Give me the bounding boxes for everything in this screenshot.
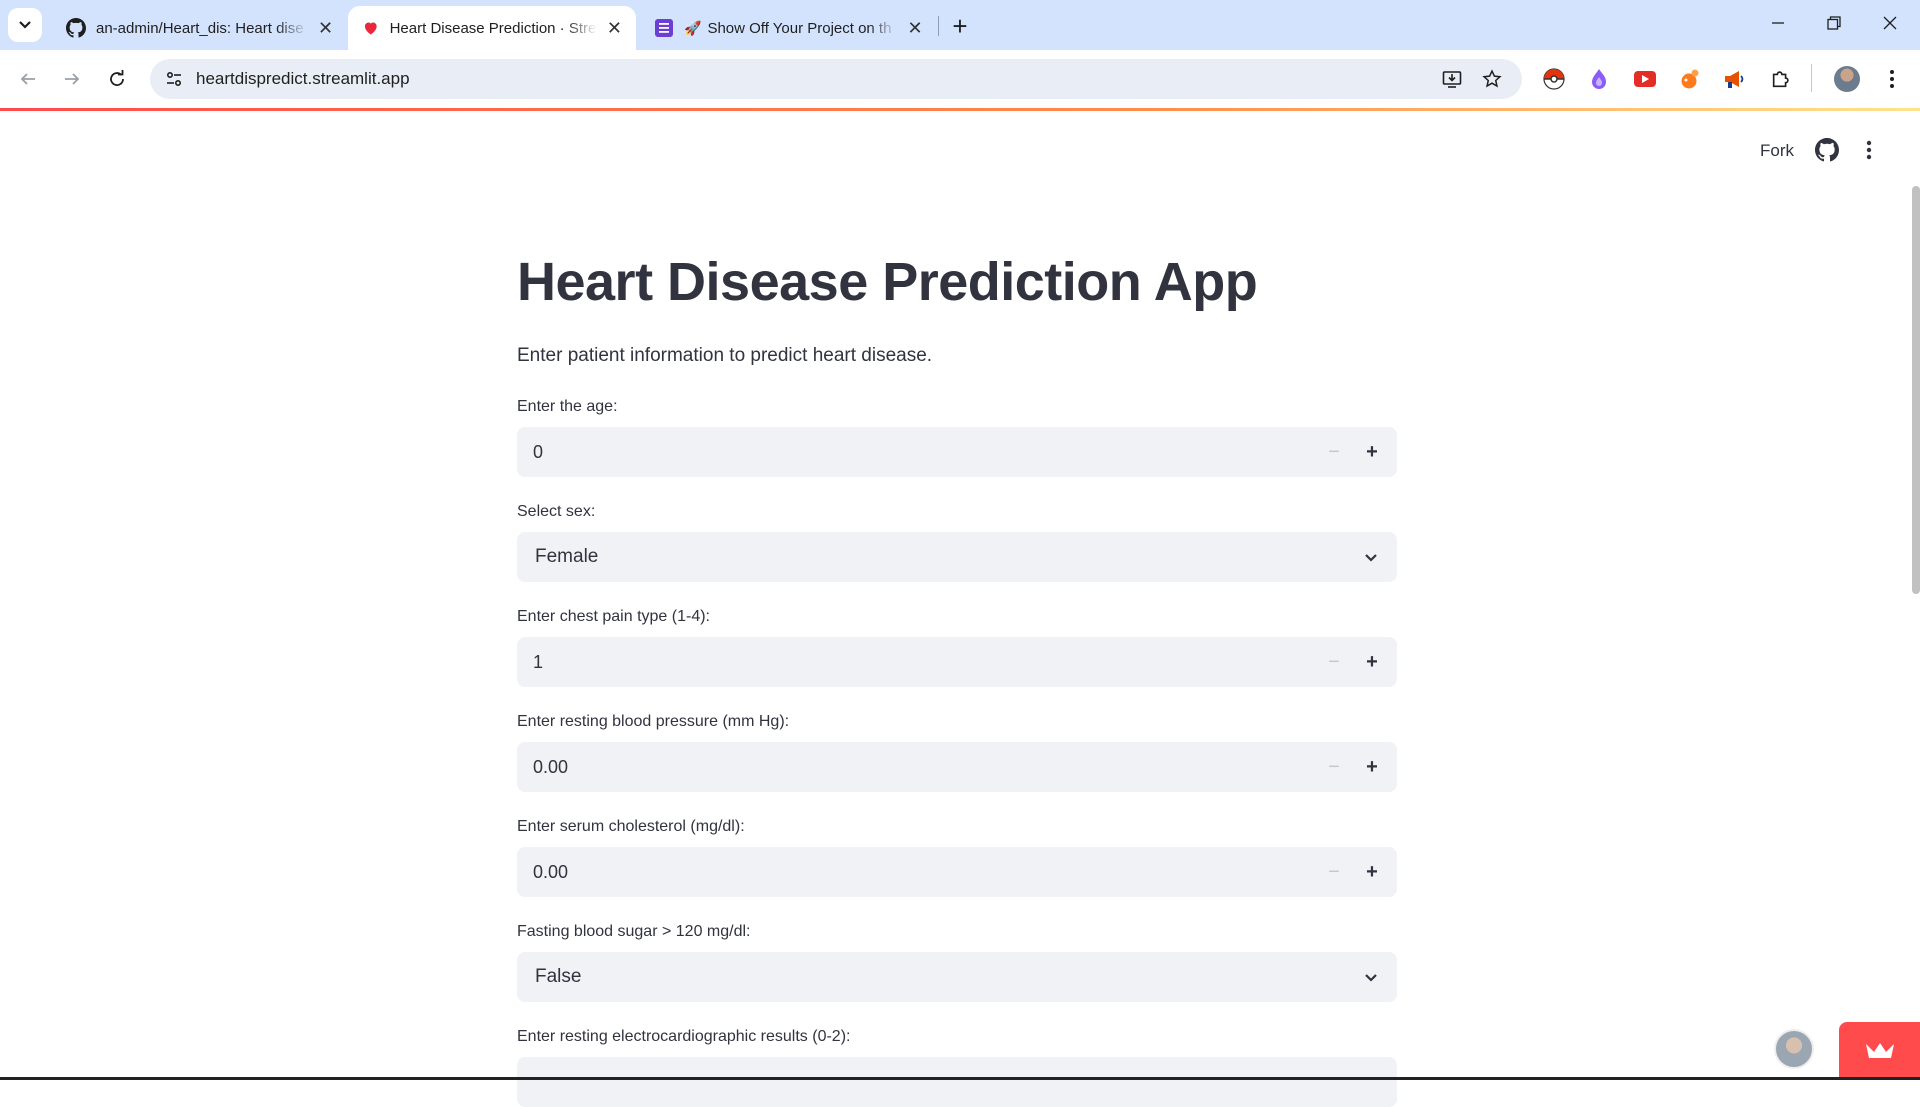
cholesterol-decrement-button[interactable]: − bbox=[1321, 859, 1347, 885]
chest-pain-label: Enter chest pain type (1-4): bbox=[517, 608, 710, 625]
close-window-button[interactable] bbox=[1862, 0, 1918, 46]
arrow-right-icon bbox=[65, 73, 80, 85]
extension-megaphone[interactable] bbox=[1720, 64, 1750, 94]
app-menu-button[interactable] bbox=[1866, 140, 1872, 165]
tab-title: an-admin/Heart_dis: Heart dise bbox=[96, 19, 304, 37]
age-label: Enter the age: bbox=[517, 398, 618, 415]
extensions-button[interactable] bbox=[1766, 64, 1796, 94]
megaphone-icon bbox=[1725, 71, 1744, 88]
fasting-blood-sugar-label: Fasting blood sugar > 120 mg/dl: bbox=[517, 923, 751, 940]
close-icon[interactable]: ✕ bbox=[907, 18, 922, 39]
heart-icon bbox=[364, 22, 377, 35]
github-icon bbox=[1815, 138, 1839, 162]
close-icon[interactable]: ✕ bbox=[607, 18, 622, 39]
reload-button[interactable] bbox=[99, 61, 135, 97]
cholesterol-increment-button[interactable]: + bbox=[1359, 859, 1385, 885]
extension-pokeball[interactable] bbox=[1539, 64, 1569, 94]
streamlit-badge-button[interactable] bbox=[1839, 1022, 1920, 1080]
extension-youtube[interactable] bbox=[1630, 64, 1660, 94]
star-icon bbox=[1482, 69, 1502, 88]
blood-pressure-label: Enter resting blood pressure (mm Hg): bbox=[517, 713, 790, 730]
fasting-blood-sugar-select[interactable]: False bbox=[517, 952, 1397, 1002]
orange-blob-icon bbox=[1681, 69, 1699, 89]
viewer-avatar[interactable] bbox=[1774, 1029, 1814, 1069]
chest-pain-decrement-button[interactable]: − bbox=[1321, 649, 1347, 675]
chevron-down-icon bbox=[1359, 545, 1383, 569]
ecg-input[interactable] bbox=[517, 1057, 1397, 1107]
toolbar-separator bbox=[1811, 64, 1812, 92]
page-subtitle: Enter patient information to predict hea… bbox=[517, 345, 933, 366]
browser-toolbar: heartdispredict.streamlit.app bbox=[0, 50, 1920, 108]
chest-pain-value[interactable]: 1 bbox=[533, 652, 543, 673]
extension-orange[interactable] bbox=[1675, 64, 1705, 94]
bookmark-button[interactable] bbox=[1478, 65, 1506, 93]
puzzle-icon bbox=[1772, 71, 1789, 88]
restore-button[interactable] bbox=[1806, 0, 1862, 46]
new-tab-button[interactable]: + bbox=[944, 10, 976, 42]
age-decrement-button[interactable]: − bbox=[1321, 439, 1347, 465]
site-info-button[interactable] bbox=[160, 65, 188, 93]
sex-select[interactable]: Female bbox=[517, 532, 1397, 582]
age-value[interactable]: 0 bbox=[533, 442, 543, 463]
browser-menu-button[interactable] bbox=[1877, 64, 1907, 94]
github-icon bbox=[66, 18, 86, 38]
tab-github[interactable]: an-admin/Heart_dis: Heart dise ✕ bbox=[52, 6, 347, 50]
crown-icon bbox=[1865, 1043, 1894, 1058]
avatar bbox=[1834, 66, 1860, 92]
arrow-left-icon bbox=[20, 73, 35, 85]
cholesterol-value[interactable]: 0.00 bbox=[533, 862, 568, 883]
chest-pain-input[interactable]: 1 − + bbox=[517, 637, 1397, 687]
youtube-icon bbox=[1634, 71, 1656, 87]
chevron-down-icon bbox=[19, 21, 31, 29]
address-bar[interactable]: heartdispredict.streamlit.app bbox=[150, 59, 1522, 99]
tab-search-button[interactable] bbox=[8, 8, 42, 42]
cholesterol-input[interactable]: 0.00 − + bbox=[517, 847, 1397, 897]
age-increment-button[interactable]: + bbox=[1359, 439, 1385, 465]
plus-icon: + bbox=[952, 10, 968, 41]
pokeball-icon bbox=[1543, 68, 1565, 90]
tab-strip: an-admin/Heart_dis: Heart dise ✕ Heart D… bbox=[0, 0, 1920, 50]
url-text[interactable]: heartdispredict.streamlit.app bbox=[196, 69, 410, 89]
sex-label: Select sex: bbox=[517, 503, 596, 520]
chevron-down-icon bbox=[1359, 965, 1383, 989]
github-button[interactable] bbox=[1815, 138, 1839, 167]
tab-title: Show Off Your Project on th bbox=[707, 19, 892, 37]
close-icon[interactable]: ✕ bbox=[318, 18, 333, 39]
blood-pressure-decrement-button[interactable]: − bbox=[1321, 754, 1347, 780]
blood-pressure-value[interactable]: 0.00 bbox=[533, 757, 568, 778]
kebab-menu-icon bbox=[1890, 70, 1894, 88]
minimize-button[interactable] bbox=[1750, 0, 1806, 46]
restore-icon bbox=[1827, 16, 1841, 30]
cholesterol-label: Enter serum cholesterol (mg/dl): bbox=[517, 818, 745, 835]
sex-selected-value: Female bbox=[535, 546, 599, 567]
profile-button[interactable] bbox=[1832, 64, 1862, 94]
ecg-label: Enter resting electrocardiographic resul… bbox=[517, 1028, 851, 1045]
forum-icon bbox=[655, 19, 673, 37]
tab-separator bbox=[938, 16, 939, 36]
back-button[interactable] bbox=[10, 61, 46, 97]
forward-button[interactable] bbox=[54, 61, 90, 97]
blood-pressure-increment-button[interactable]: + bbox=[1359, 754, 1385, 780]
extension-purple[interactable] bbox=[1584, 64, 1614, 94]
install-icon bbox=[1442, 71, 1462, 88]
tab-title: Heart Disease Prediction · Strea bbox=[389, 19, 597, 37]
tab-heart-disease[interactable]: Heart Disease Prediction · Strea ✕ bbox=[348, 6, 636, 50]
blood-pressure-input[interactable]: 0.00 − + bbox=[517, 742, 1397, 792]
reload-icon bbox=[110, 70, 124, 86]
streamlit-app: Fork Heart Disease Prediction App Enter … bbox=[0, 111, 1920, 1107]
chest-pain-increment-button[interactable]: + bbox=[1359, 649, 1385, 675]
tune-icon bbox=[166, 71, 182, 87]
scrollbar[interactable] bbox=[1912, 186, 1920, 594]
close-icon bbox=[1883, 16, 1897, 30]
tab-show-off[interactable]: 🚀 Show Off Your Project on th ✕ bbox=[640, 6, 937, 50]
fork-button[interactable]: Fork bbox=[1760, 141, 1794, 161]
kebab-menu-icon bbox=[1866, 140, 1872, 160]
page-title: Heart Disease Prediction App bbox=[517, 252, 1258, 312]
flame-icon bbox=[1592, 69, 1606, 89]
rocket-icon: 🚀 bbox=[684, 19, 702, 36]
fasting-blood-sugar-selected-value: False bbox=[535, 966, 582, 987]
install-app-button[interactable] bbox=[1438, 65, 1466, 93]
age-input[interactable]: 0 − + bbox=[517, 427, 1397, 477]
minimize-icon bbox=[1772, 22, 1784, 24]
